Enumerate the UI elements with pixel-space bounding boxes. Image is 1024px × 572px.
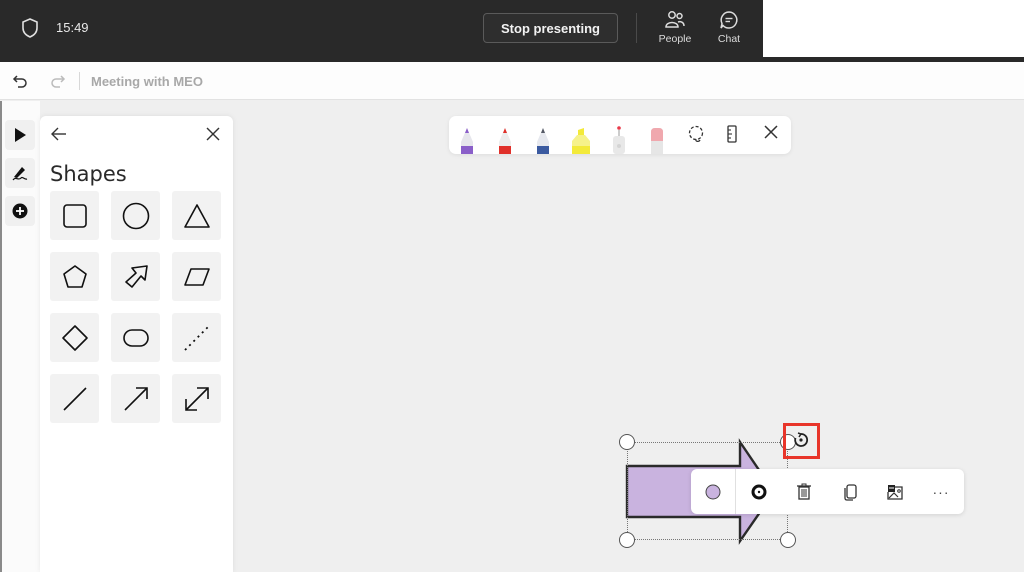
ink-tool-button[interactable] (5, 158, 35, 188)
whiteboard-title: Meeting with MEO (91, 74, 203, 89)
overlay-window (763, 0, 1024, 57)
blue-pen[interactable] (533, 124, 553, 154)
people-button[interactable]: People (650, 8, 700, 52)
block-arrow-icon (124, 264, 148, 288)
panel-heading: Shapes (50, 162, 127, 186)
purple-pen[interactable] (457, 124, 477, 154)
resize-handle-bottom-left[interactable] (619, 532, 635, 548)
chat-button[interactable]: Chat (704, 8, 754, 52)
image-icon (887, 485, 903, 500)
pentagon-icon (62, 264, 87, 288)
chat-icon (720, 11, 738, 29)
undo-icon[interactable] (12, 73, 28, 94)
ink-toolbar (449, 116, 791, 154)
outline-button[interactable] (745, 478, 773, 506)
red-pen[interactable] (495, 124, 515, 154)
meeting-topbar: 15:49 Stop presenting People Chat (0, 0, 1024, 62)
copy-button[interactable] (836, 478, 864, 506)
plus-circle-icon (12, 203, 28, 219)
fill-color-button[interactable] (699, 478, 727, 506)
outline-icon (751, 484, 767, 500)
people-label: People (658, 33, 692, 45)
pen-icon (12, 167, 28, 181)
triangle-icon (183, 203, 210, 228)
add-tool-button[interactable] (5, 196, 35, 226)
diamond-icon (61, 324, 88, 351)
line-icon (62, 386, 87, 411)
double-arrow-icon (184, 386, 209, 411)
image-button[interactable] (881, 478, 909, 506)
resize-handle-bottom-right[interactable] (780, 532, 796, 548)
shape-context-menu: ··· (691, 469, 964, 514)
yellow-highlighter[interactable] (569, 124, 593, 154)
shape-rounded-rectangle[interactable] (111, 313, 160, 362)
shape-dotted-line[interactable] (172, 313, 221, 362)
shapes-panel: Shapes (40, 116, 233, 572)
fill-color-swatch-icon (705, 484, 721, 500)
shape-line[interactable] (50, 374, 99, 423)
divider (79, 72, 80, 90)
whiteboard-appbar: Meeting with MEO (0, 62, 1024, 100)
shape-triangle[interactable] (172, 191, 221, 240)
pointer-icon (15, 128, 26, 142)
people-icon (665, 11, 685, 28)
shape-block-arrow[interactable] (111, 252, 160, 301)
shape-parallelogram[interactable] (172, 252, 221, 301)
divider (636, 13, 637, 43)
close-icon[interactable] (764, 125, 778, 139)
dotted-line-icon (183, 324, 210, 351)
copy-icon (844, 484, 857, 501)
shapes-grid (50, 191, 221, 423)
redo-icon[interactable] (50, 73, 66, 94)
meeting-time: 15:49 (56, 20, 89, 35)
close-icon[interactable] (206, 127, 220, 146)
rounded-rectangle-icon (122, 328, 149, 347)
shape-square[interactable] (50, 191, 99, 240)
chat-label: Chat (717, 33, 741, 45)
shape-diamond[interactable] (50, 313, 99, 362)
shield-icon (20, 17, 40, 44)
shape-arrow[interactable] (111, 374, 160, 423)
ruler-icon[interactable] (725, 125, 739, 143)
delete-button[interactable] (790, 478, 818, 506)
square-icon (62, 203, 87, 228)
resize-handle-top-left[interactable] (619, 434, 635, 450)
divider (735, 469, 736, 514)
arrow-icon (123, 386, 148, 411)
trash-icon (797, 483, 811, 500)
parallelogram-icon (183, 267, 210, 286)
lasso-icon[interactable] (687, 125, 705, 143)
eraser[interactable] (647, 124, 667, 154)
rotate-handle-highlight (783, 423, 820, 459)
back-arrow-icon[interactable] (50, 126, 68, 147)
select-tool-button[interactable] (5, 120, 35, 150)
more-options-button[interactable]: ··· (927, 478, 955, 506)
shape-circle[interactable] (111, 191, 160, 240)
circle-icon (122, 202, 149, 229)
stop-presenting-button[interactable]: Stop presenting (483, 13, 618, 43)
laser-pointer[interactable] (609, 124, 629, 154)
shape-double-arrow[interactable] (172, 374, 221, 423)
shape-pentagon[interactable] (50, 252, 99, 301)
